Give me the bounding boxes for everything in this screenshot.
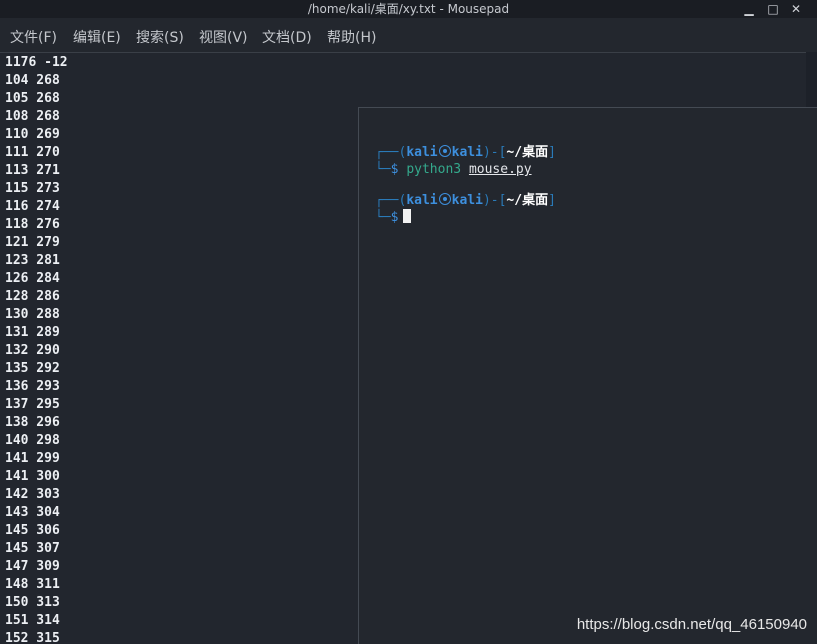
- editor-line: 104 268: [5, 73, 60, 88]
- prompt-corner: ┌──(: [375, 145, 407, 160]
- prompt-header-2: ┌──(kali kali)-[~/桌面]: [375, 192, 556, 209]
- command-argument: mouse.py: [468, 162, 532, 177]
- terminal-cursor[interactable]: [403, 209, 412, 223]
- prompt-separator: )-[: [482, 145, 507, 160]
- prompt-host: kali: [451, 145, 483, 160]
- window-titlebar: /home/kali/桌面/xy.txt - Mousepad ▁ □ ✕: [0, 0, 817, 18]
- prompt-user: kali: [406, 145, 438, 160]
- menu-edit[interactable]: 编辑(E): [73, 27, 121, 47]
- prompt-host: kali: [451, 193, 483, 208]
- editor-line: 105 268: [5, 91, 60, 106]
- minimize-button[interactable]: ▁: [740, 0, 758, 18]
- prompt-user: kali: [406, 193, 438, 208]
- menu-file[interactable]: 文件(F): [10, 27, 57, 47]
- window-title: /home/kali/桌面/xy.txt - Mousepad: [307, 2, 510, 16]
- prompt-dollar: $: [390, 210, 399, 225]
- menu-search[interactable]: 搜索(S): [136, 27, 184, 47]
- command-name: python3: [406, 162, 462, 177]
- terminal-window[interactable]: ┌──(kali kali)-[~/桌面] └─$ python3 mouse.p…: [358, 107, 817, 644]
- prompt-path: ~/桌面: [506, 145, 549, 160]
- menubar: 文件(F) 编辑(E) 搜索(S) 视图(V) 文档(D) 帮助(H): [0, 18, 817, 52]
- editor-line: 1176 -12: [5, 55, 68, 70]
- prompt-corner-bottom: └─: [375, 210, 391, 225]
- menu-document[interactable]: 文档(D): [262, 27, 312, 47]
- prompt-separator: )-[: [482, 193, 507, 208]
- prompt-command-line-1: └─$ python3 mouse.py: [375, 161, 532, 178]
- prompt-header-1: ┌──(kali kali)-[~/桌面]: [375, 144, 556, 161]
- maximize-button[interactable]: □: [764, 0, 782, 18]
- prompt-bracket-end: ]: [548, 193, 556, 208]
- prompt-dollar: $: [390, 162, 399, 177]
- kali-skull-icon: [438, 193, 451, 205]
- prompt-corner-bottom: └─: [375, 162, 391, 177]
- close-button[interactable]: ✕: [787, 0, 805, 18]
- prompt-bracket-end: ]: [548, 145, 556, 160]
- prompt-path: ~/桌面: [506, 193, 549, 208]
- menu-help[interactable]: 帮助(H): [327, 27, 376, 47]
- menu-view[interactable]: 视图(V): [199, 27, 248, 47]
- desktop-background: [806, 52, 817, 107]
- watermark-text: https://blog.csdn.net/qq_46150940: [576, 616, 807, 633]
- prompt-corner: ┌──(: [375, 193, 407, 208]
- prompt-command-line-2: └─$: [375, 209, 412, 226]
- kali-skull-icon: [438, 145, 451, 157]
